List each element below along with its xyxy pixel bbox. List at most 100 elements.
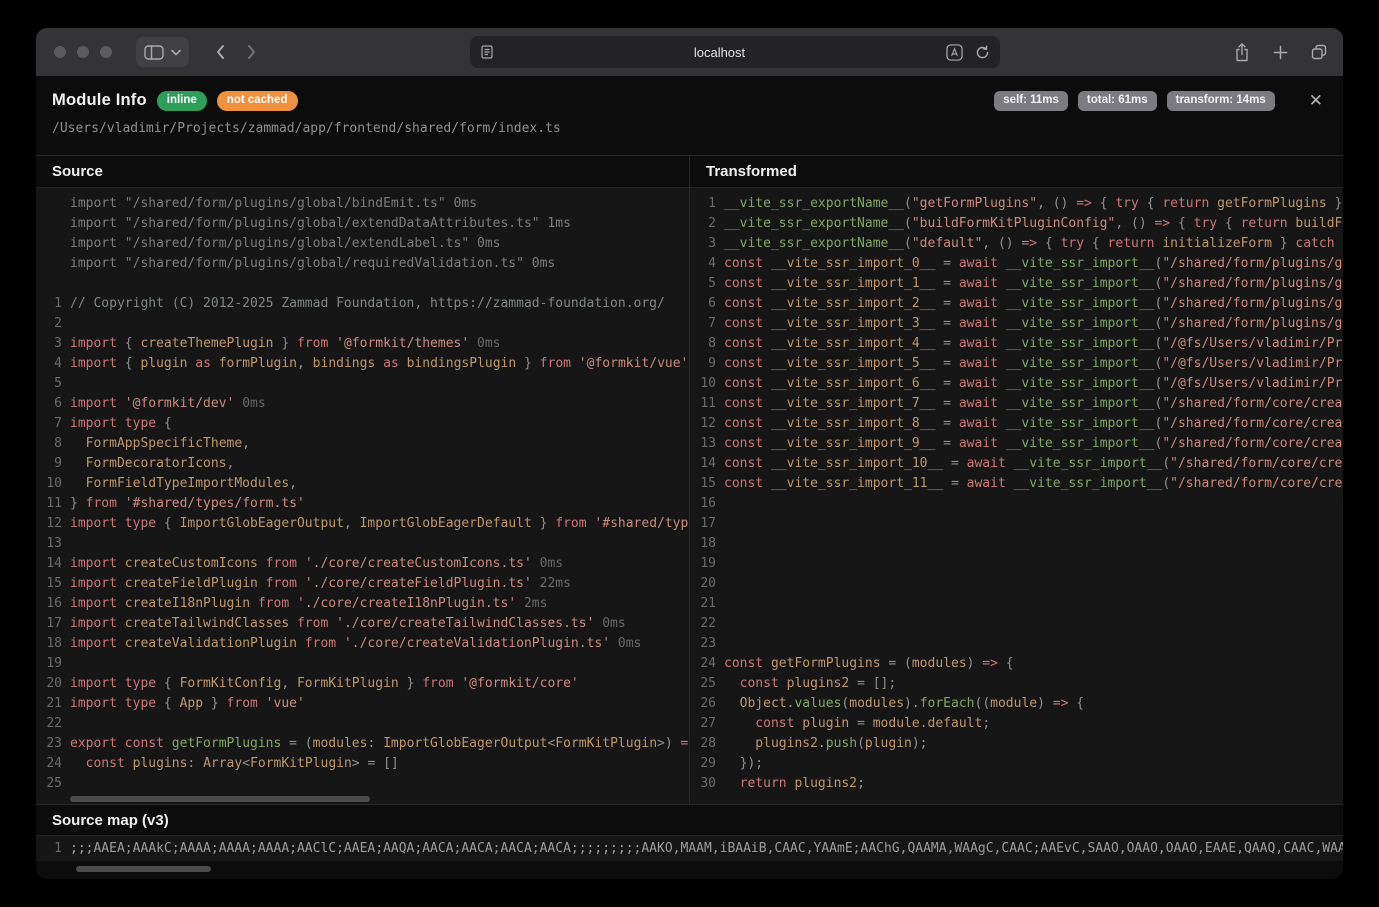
code-line: 1// Copyright (C) 2012-2025 Zammad Found… [36,294,689,314]
timing-self-badge: self: 11ms [994,91,1068,111]
code-line: 19 [36,654,689,674]
code-line: 25 const plugins2 = []; [690,674,1343,694]
code-line: 29 }); [690,754,1343,774]
window-close-button[interactable] [54,46,66,58]
code-line: 11const __vite_ssr_import_7__ = await __… [690,394,1343,414]
code-line: import "/shared/form/plugins/global/requ… [36,254,689,274]
code-line: 19 [690,554,1343,574]
code-line: 13 [36,534,689,554]
code-line: 30 return plugins2; [690,774,1343,794]
sourcemap-horizontal-scrollbar[interactable] [76,866,211,872]
code-line: 22 [36,714,689,734]
code-line: 7const __vite_ssr_import_3__ = await __v… [690,314,1343,334]
window-minimize-button[interactable] [77,46,89,58]
chevron-down-icon [171,49,181,56]
code-line: 22 [690,614,1343,634]
show-tabs-icon[interactable] [1311,44,1327,60]
code-line: 8const __vite_ssr_import_4__ = await __v… [690,334,1343,354]
transformed-panel-title: Transformed [690,156,1343,188]
new-tab-icon[interactable] [1273,45,1288,60]
code-line: 11} from '#shared/types/form.ts' [36,494,689,514]
code-line: 6import '@formkit/dev' 0ms [36,394,689,414]
code-line: 1__vite_ssr_exportName__("getFormPlugins… [690,194,1343,214]
browser-window: localhost [36,28,1343,879]
badge-inline: inline [157,91,207,111]
nav-buttons [215,44,257,60]
code-line: 12const __vite_ssr_import_8__ = await __… [690,414,1343,434]
code-line: 21import type { App } from 'vue' [36,694,689,714]
code-line: 16import createI18nPlugin from './core/c… [36,594,689,614]
code-line: 9 FormDecoratorIcons, [36,454,689,474]
reload-icon[interactable] [975,45,990,60]
code-line: 3import { createThemePlugin } from '@for… [36,334,689,354]
sidebar-icon [144,45,164,60]
code-line: 17import createTailwindClasses from './c… [36,614,689,634]
toolbar-right-icons [1234,43,1327,62]
source-panel: Source import "/shared/form/plugins/glob… [36,156,689,804]
timing-transform-badge: transform: 14ms [1167,91,1275,111]
window-zoom-button[interactable] [100,46,112,58]
code-line: 14import createCustomIcons from './core/… [36,554,689,574]
code-line: 12import type { ImportGlobEagerOutput, I… [36,514,689,534]
code-line: 2 [36,314,689,334]
code-line [36,274,689,294]
address-bar-area: localhost [257,36,1212,68]
code-line: 1;;;AAEA;AAAkC;AAAA;AAAA;AAAA;AAClC;AAEA… [36,839,1343,859]
code-line: 28 plugins2.push(plugin); [690,734,1343,754]
sourcemap-code: 1;;;AAEA;AAAkC;AAAA;AAAA;AAAA;AAClC;AAEA… [36,835,1343,861]
url-text: localhost [494,45,946,60]
code-line: 8 FormAppSpecificTheme, [36,434,689,454]
timing-total-badge: total: 61ms [1078,91,1157,111]
code-line: import "/shared/form/plugins/global/exte… [36,214,689,234]
code-line: 4import { plugin as formPlugin, bindings… [36,354,689,374]
transformed-code: 1__vite_ssr_exportName__("getFormPlugins… [690,188,1343,804]
sourcemap-section: Source map (v3) 1;;;AAEA;AAAkC;AAAA;AAAA… [36,804,1343,879]
share-icon[interactable] [1234,43,1250,62]
source-panel-title: Source [36,156,689,188]
page-title: Module Info [52,91,147,110]
forward-button[interactable] [247,44,257,60]
code-line: 25 [36,774,689,794]
code-line: 3__vite_ssr_exportName__("default", () =… [690,234,1343,254]
sidebar-toggle-button[interactable] [136,37,189,67]
page-icon [480,45,494,59]
transformed-panel: Transformed 1__vite_ssr_exportName__("ge… [689,156,1343,804]
module-path: /Users/vladimir/Projects/zammad/app/fron… [52,121,1323,136]
code-line: 17 [690,514,1343,534]
code-line: 14const __vite_ssr_import_10__ = await _… [690,454,1343,474]
code-line: 6const __vite_ssr_import_2__ = await __v… [690,294,1343,314]
badge-not-cached: not cached [217,91,298,111]
code-line: 15import createFieldPlugin from './core/… [36,574,689,594]
code-line: 18 [690,534,1343,554]
browser-toolbar: localhost [36,28,1343,76]
module-info-header: Module Info inline not cached self: 11ms… [36,76,1343,155]
code-line: 13const __vite_ssr_import_9__ = await __… [690,434,1343,454]
close-icon[interactable]: ✕ [1309,92,1323,109]
code-line: 2__vite_ssr_exportName__("buildFormKitPl… [690,214,1343,234]
code-line: 26 Object.values(modules).forEach((modul… [690,694,1343,714]
sourcemap-title: Source map (v3) [36,805,1343,835]
code-line: 15const __vite_ssr_import_11__ = await _… [690,474,1343,494]
back-button[interactable] [215,44,225,60]
source-horizontal-scrollbar[interactable] [70,796,370,802]
window-controls [54,46,112,58]
code-line: 18import createValidationPlugin from './… [36,634,689,654]
code-line: import "/shared/form/plugins/global/exte… [36,234,689,254]
code-line: 5const __vite_ssr_import_1__ = await __v… [690,274,1343,294]
code-line: 24const getFormPlugins = (modules) => { [690,654,1343,674]
code-line: 23export const getFormPlugins = (modules… [36,734,689,754]
code-line: 7import type { [36,414,689,434]
code-line: 20import type { FormKitConfig, FormKitPl… [36,674,689,694]
address-bar[interactable]: localhost [470,36,1000,68]
code-line: 27 const plugin = module.default; [690,714,1343,734]
code-line: 10const __vite_ssr_import_6__ = await __… [690,374,1343,394]
code-line: import "/shared/form/plugins/global/bind… [36,194,689,214]
code-line: 24 const plugins: Array<FormKitPlugin> =… [36,754,689,774]
code-panels: Source import "/shared/form/plugins/glob… [36,155,1343,804]
code-line: 9const __vite_ssr_import_5__ = await __v… [690,354,1343,374]
code-line: 21 [690,594,1343,614]
code-line: 20 [690,574,1343,594]
code-line: 4const __vite_ssr_import_0__ = await __v… [690,254,1343,274]
translate-icon[interactable] [946,44,963,61]
code-line: 5 [36,374,689,394]
